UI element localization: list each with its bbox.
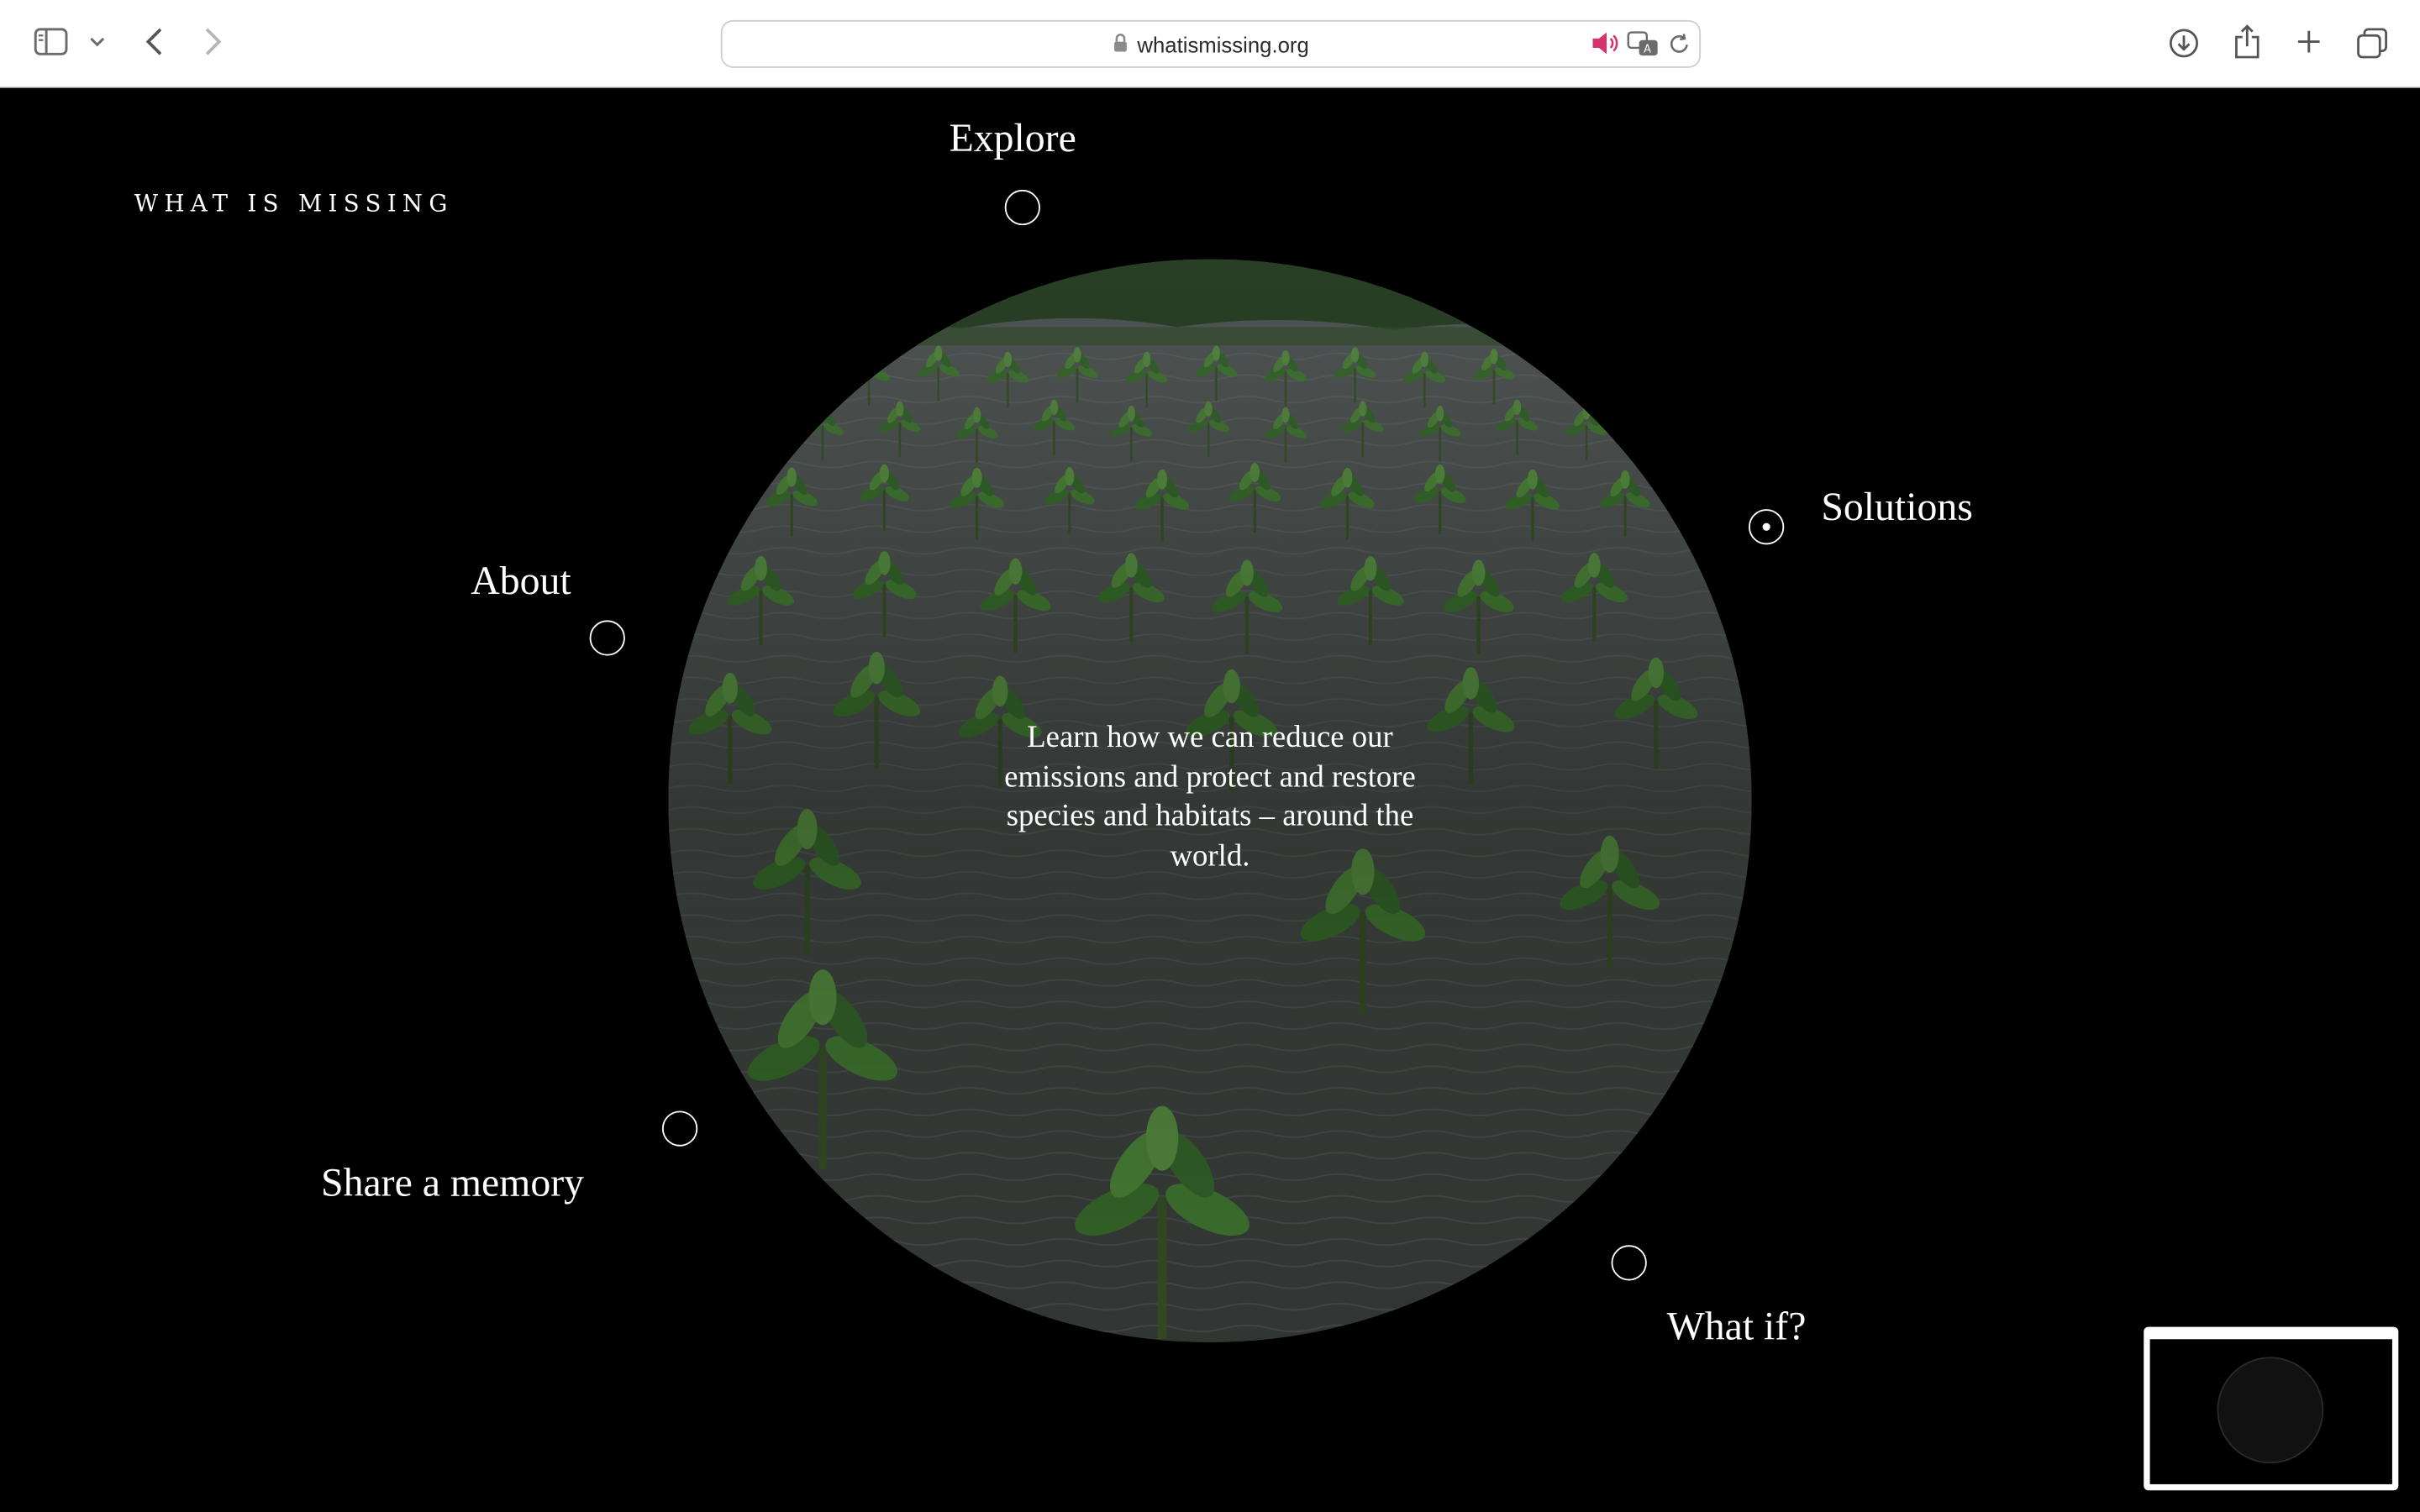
nav-explore[interactable]: Explore [950,116,1076,162]
back-icon[interactable] [140,26,168,57]
address-bar[interactable]: whatismissing.org [720,19,1702,68]
browser-toolbar: whatismissing.org A [0,0,2420,88]
nav-what-if[interactable]: What if? [1667,1304,1807,1350]
svg-text:A: A [1644,43,1651,55]
nav-share-memory[interactable]: Share a memory [321,1160,584,1206]
nav-solutions[interactable]: Solutions [1821,485,1972,531]
nav-explore-dot[interactable] [1004,189,1040,226]
nav-about-dot[interactable] [589,620,625,656]
new-tab-icon[interactable] [2293,26,2324,57]
tabs-overview-icon[interactable] [2355,26,2389,60]
nav-about[interactable]: About [471,559,571,605]
download-icon[interactable] [2167,26,2201,60]
translate-icon[interactable]: A [1625,29,1662,57]
share-icon[interactable] [2232,24,2263,60]
lock-icon [1113,32,1128,56]
reload-icon[interactable] [1667,29,1691,57]
speaker-icon[interactable] [1590,29,1621,57]
forward-icon[interactable] [199,26,227,57]
hero-tagline: Learn how we can reduce our emissions an… [1004,720,1416,873]
nav-solutions-dot[interactable] [1749,509,1785,545]
nav-share-memory-dot[interactable] [661,1110,698,1147]
window-thumbnail[interactable] [2144,1326,2399,1491]
site-logo[interactable]: WHAT IS MISSING [134,190,454,218]
url-text: whatismissing.org [1137,31,1309,57]
nav-what-if-dot[interactable] [1611,1245,1647,1281]
sidebar-icon[interactable] [34,26,68,57]
page: WHAT IS MISSING Learn how we can reduce … [0,87,2420,1512]
chevron-down-icon[interactable] [88,31,107,53]
window-thumbnail-preview [2149,1339,2392,1484]
